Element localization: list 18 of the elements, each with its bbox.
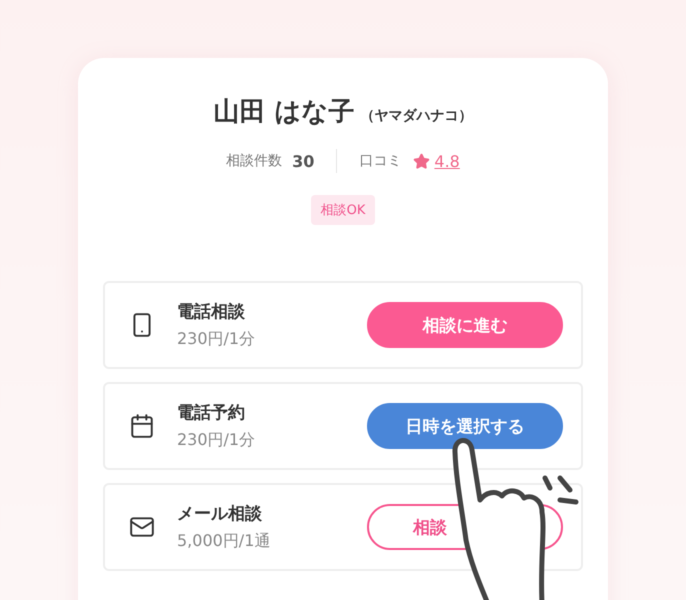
reviews-label: 口コミ — [359, 152, 402, 170]
service-price: 230円/1分 — [177, 329, 256, 350]
action-button[interactable]: 日時を選択する — [367, 403, 563, 449]
action-button[interactable]: 相談に進む — [367, 302, 563, 348]
status-badge: 相談OK — [310, 195, 376, 225]
consultations-count: 30 — [292, 152, 314, 170]
service-price: 5,000円/1通 — [177, 531, 272, 552]
service-title: 電話予約 — [177, 402, 246, 424]
rating-link[interactable]: 4.8 — [434, 152, 460, 170]
consultations-label: 相談件数 — [226, 152, 282, 170]
star-icon — [413, 152, 430, 170]
name-reading: （ヤマダハナコ） — [360, 107, 473, 125]
service-price: 230円/1分 — [177, 430, 256, 451]
calendar-icon — [129, 413, 155, 439]
tap-lines-icon — [542, 476, 578, 504]
user-name: 山田 はな子 — [213, 96, 355, 129]
service-title: メール相談 — [177, 503, 263, 525]
service-title: 電話相談 — [177, 301, 246, 323]
